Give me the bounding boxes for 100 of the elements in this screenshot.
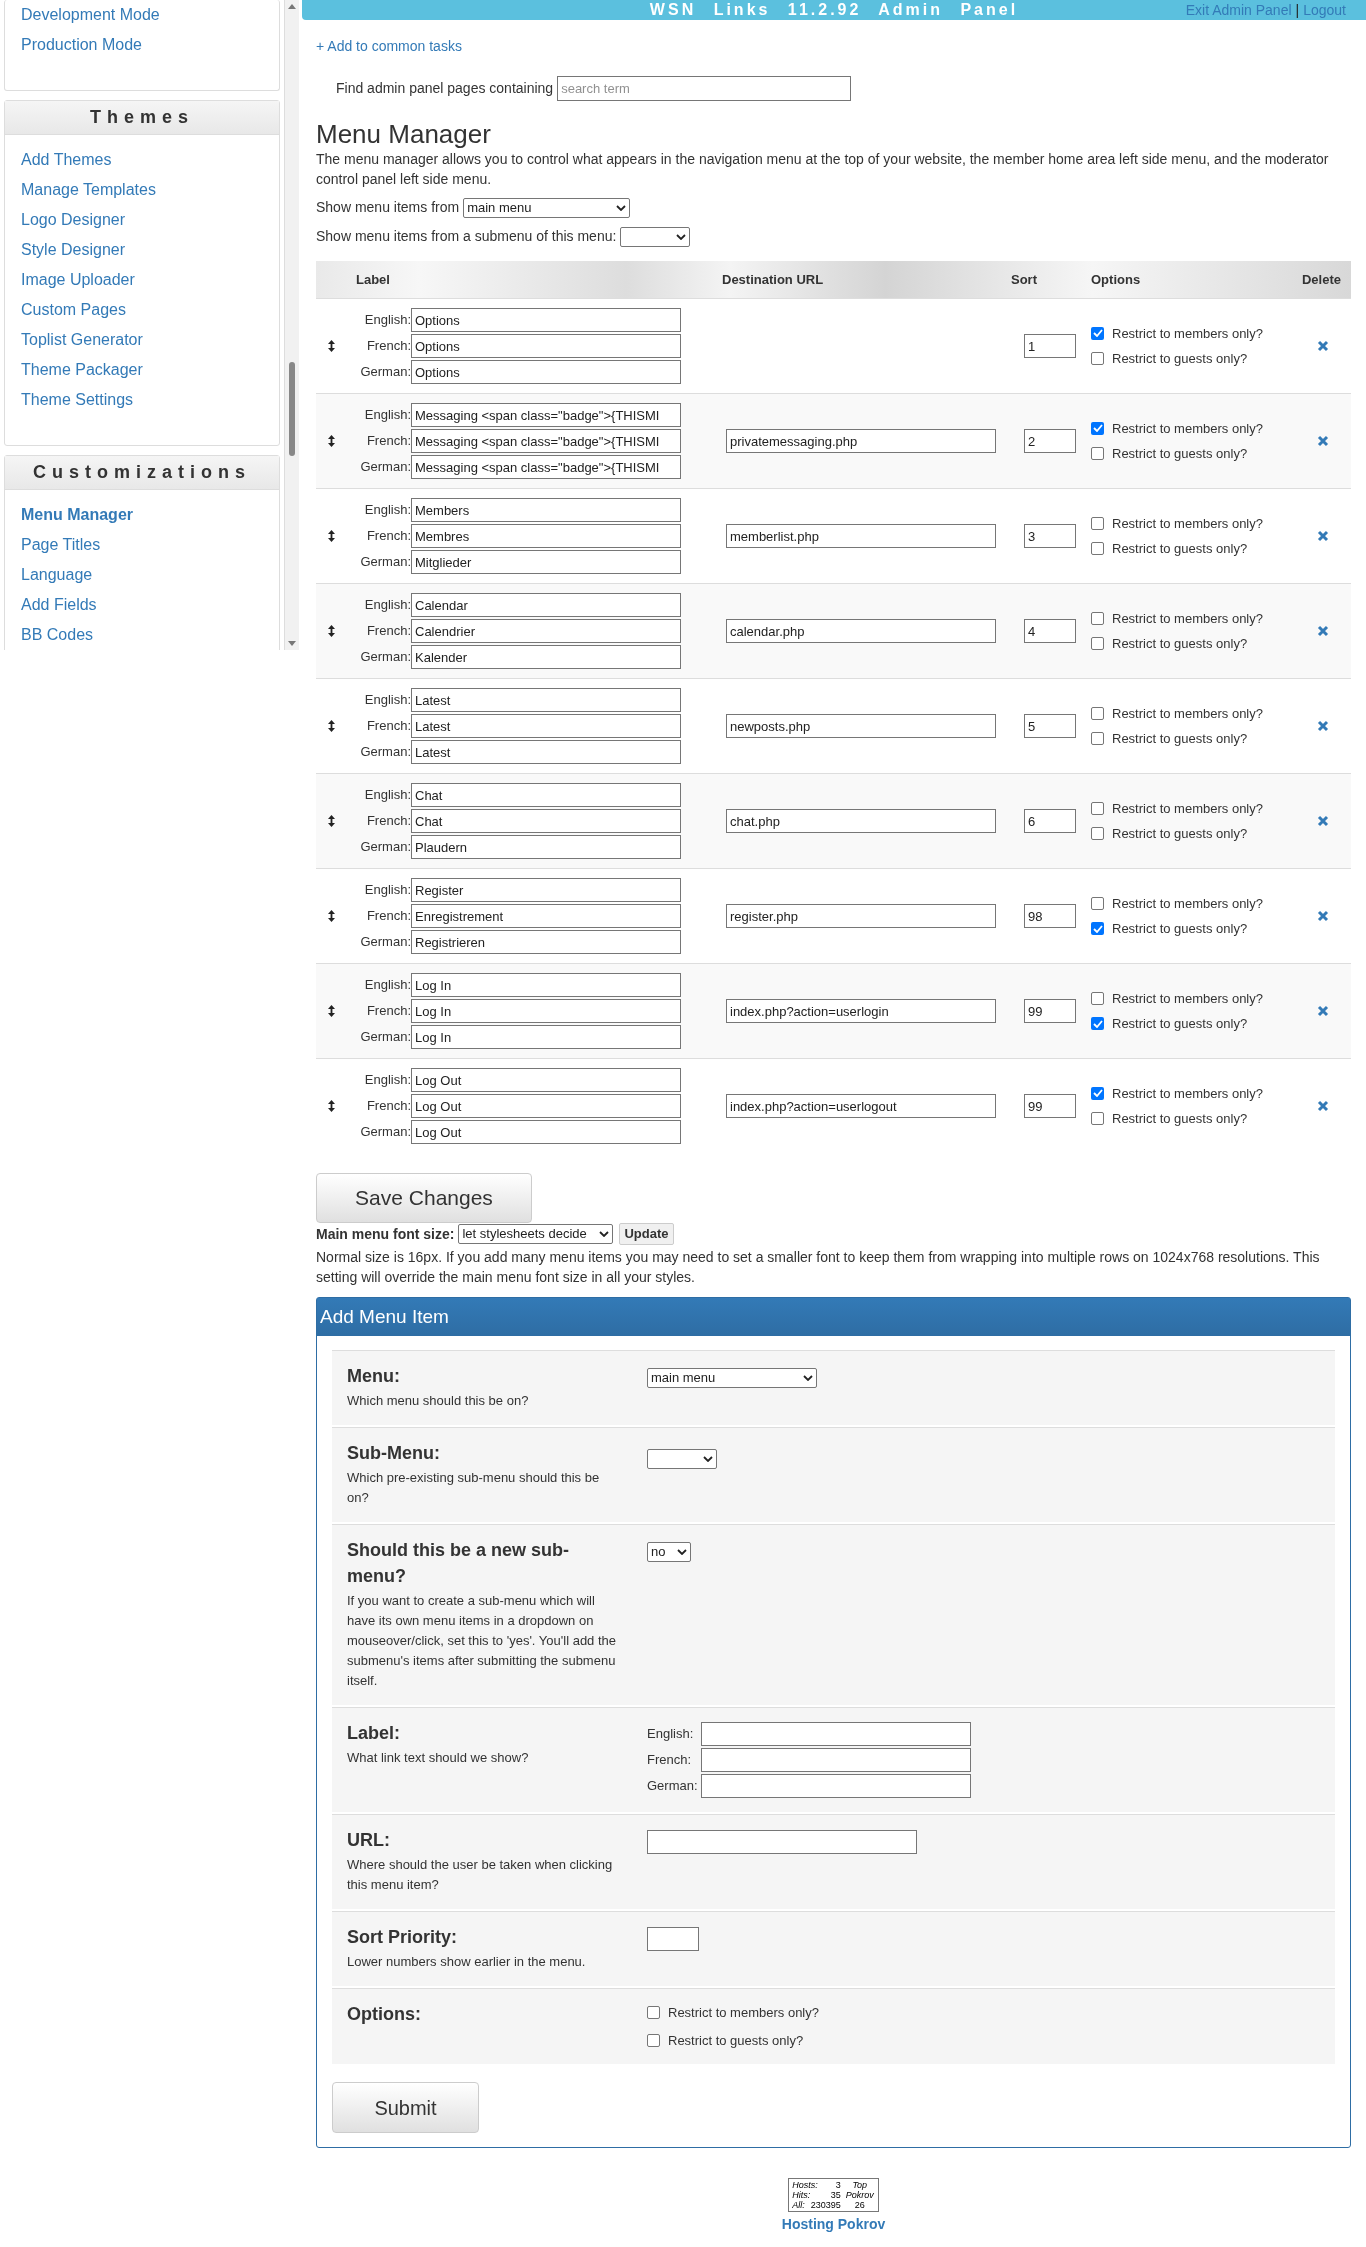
hosting-link[interactable]: Hosting Pokrov [781,2214,886,2235]
checkbox[interactable] [1091,516,1104,530]
sidebar-link[interactable]: Production Mode [21,30,142,60]
drag-handle-icon[interactable] [327,1005,335,1017]
label-field[interactable]: Mitglieder [411,550,681,574]
url-field[interactable] [647,1829,917,1854]
sidebar-link[interactable]: Development Mode [21,0,160,30]
checkbox[interactable] [1091,922,1104,936]
delete-icon[interactable] [1317,625,1329,637]
label-field[interactable]: Log Out [411,1068,681,1092]
label-field[interactable]: Messaging <span class="badge">{THISMI [411,429,681,453]
sort-field[interactable]: 99 [1024,999,1076,1024]
label-field[interactable]: Chat [411,783,681,807]
label-field[interactable]: Latest [411,740,681,764]
scroll-down-arrow-icon[interactable] [288,641,296,646]
dropdown-select[interactable] [620,226,691,247]
sidebar-link[interactable]: Custom Pages [21,295,126,325]
drag-handle-icon[interactable] [327,435,335,447]
drag-handle-icon[interactable] [327,720,335,732]
drag-handle-icon[interactable] [327,625,335,637]
url-field[interactable]: privatemessaging.php [726,429,996,454]
checkbox[interactable] [1091,326,1104,340]
delete-icon[interactable] [1317,720,1329,732]
delete-icon[interactable] [1317,1005,1329,1017]
url-field[interactable]: chat.php [726,809,996,834]
url-field[interactable]: calendar.php [726,619,996,644]
checkbox[interactable] [1091,542,1104,556]
sidebar-link[interactable]: Style Designer [21,235,126,265]
sort-field[interactable]: 3 [1024,524,1076,549]
label-field[interactable]: Chat [411,809,681,833]
checkbox[interactable] [1091,801,1104,815]
sort-field[interactable]: 4 [1024,619,1076,644]
url-field[interactable]: register.php [726,904,996,929]
checkbox[interactable] [647,2006,660,2020]
drag-handle-icon[interactable] [327,815,335,827]
drag-handle-icon[interactable] [327,910,335,922]
sort-field[interactable]: 5 [1024,714,1076,739]
label-field[interactable]: Plaudern [411,835,681,859]
label-field[interactable]: Calendrier [411,619,681,643]
dropdown-select[interactable]: let stylesheets decide [458,1224,614,1244]
sidebar-link[interactable]: Toplist Generator [21,325,143,355]
label-field[interactable]: Options [411,334,681,358]
scrollbar[interactable] [284,0,299,650]
sidebar-link[interactable]: Theme Packager [21,355,143,385]
dropdown-select[interactable]: main menu [463,197,631,218]
checkbox[interactable] [1091,611,1104,625]
save-changes-button[interactable]: Save Changes [316,1173,532,1223]
search-field[interactable]: search term [557,76,852,101]
label-field[interactable]: Membres [411,524,681,548]
delete-icon[interactable] [1317,340,1329,352]
sort-field[interactable]: 99 [1024,1094,1076,1119]
checkbox[interactable] [1091,1086,1104,1100]
delete-icon[interactable] [1317,530,1329,542]
sort-field[interactable] [647,1926,699,1951]
checkbox[interactable] [1091,827,1104,841]
checkbox[interactable] [1091,1017,1104,1031]
drag-handle-icon[interactable] [327,1100,335,1112]
checkbox[interactable] [1091,1112,1104,1126]
sidebar-link[interactable]: Theme Settings [21,385,134,415]
label-field[interactable]: Options [411,360,681,384]
url-field[interactable]: index.php?action=userlogin [726,999,996,1024]
sidebar-link[interactable]: Menu Manager [21,500,133,530]
label-field[interactable]: Log In [411,1025,681,1049]
sort-field[interactable]: 1 [1024,334,1076,359]
label-field[interactable]: Enregistrement [411,904,681,928]
checkbox[interactable] [1091,706,1104,720]
checkbox[interactable] [1091,896,1104,910]
label-field[interactable]: Messaging <span class="badge">{THISMI [411,403,681,427]
label-field[interactable]: Log Out [411,1120,681,1144]
url-field[interactable]: newposts.php [726,714,996,739]
label-field[interactable]: Log In [411,973,681,997]
delete-icon[interactable] [1317,815,1329,827]
label-field[interactable]: Members [411,498,681,522]
checkbox[interactable] [1091,637,1104,651]
common-tasks-link[interactable]: + Add to common tasks [316,36,462,57]
drag-handle-icon[interactable] [327,530,335,542]
checkbox[interactable] [1091,732,1104,746]
checkbox[interactable] [1091,447,1104,461]
sidebar-link[interactable]: Add Themes [21,145,112,175]
label-field[interactable]: Log Out [411,1094,681,1118]
update-button[interactable]: Update [619,1223,674,1245]
url-field[interactable]: index.php?action=userlogout [726,1094,996,1119]
sidebar-link[interactable]: Image Uploader [21,265,135,295]
checkbox[interactable] [1091,421,1104,435]
label-field[interactable] [701,1722,971,1746]
dropdown-select[interactable] [647,1449,717,1469]
url-field[interactable]: memberlist.php [726,524,996,549]
submit-button[interactable]: Submit [332,2082,479,2133]
sort-field[interactable]: 2 [1024,429,1076,454]
drag-handle-icon[interactable] [327,340,335,352]
label-field[interactable]: Kalender [411,645,681,669]
label-field[interactable]: Calendar [411,593,681,617]
label-field[interactable]: Registrieren [411,930,681,954]
sidebar-link[interactable]: Manage Templates [21,175,156,205]
label-field[interactable] [701,1748,971,1772]
label-field[interactable]: Options [411,308,681,332]
dropdown-select[interactable]: no [647,1541,691,1562]
delete-icon[interactable] [1317,1100,1329,1112]
sidebar-link[interactable]: Logo Designer [21,205,126,235]
label-field[interactable]: Messaging <span class="badge">{THISMI [411,455,681,479]
